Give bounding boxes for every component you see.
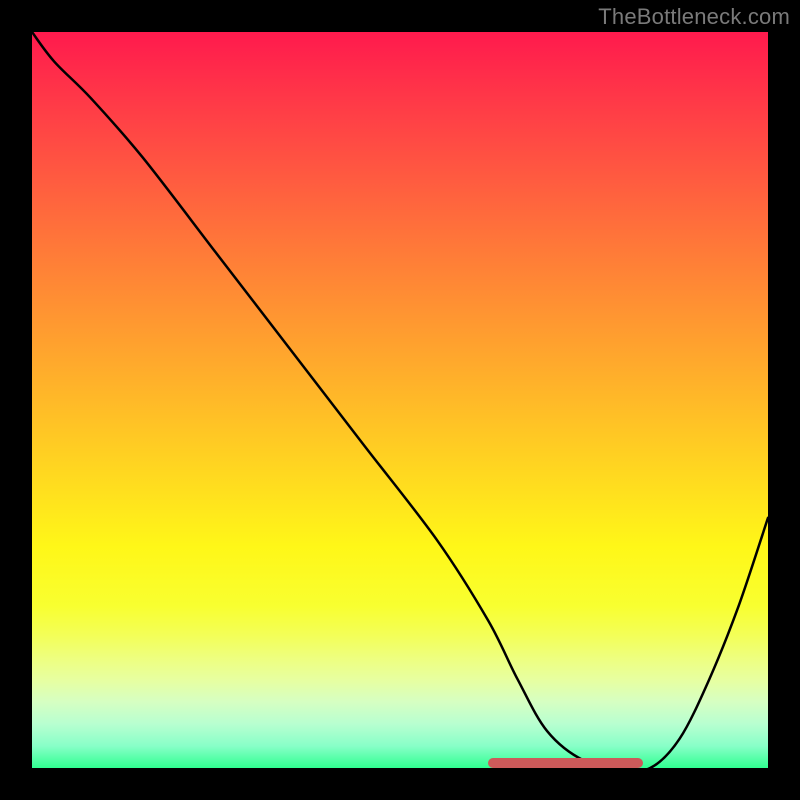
optimal-range-highlight bbox=[488, 758, 643, 768]
watermark-text: TheBottleneck.com bbox=[598, 4, 790, 30]
bottleneck-curve bbox=[32, 32, 768, 768]
plot-area bbox=[32, 32, 768, 768]
chart-frame: TheBottleneck.com bbox=[0, 0, 800, 800]
